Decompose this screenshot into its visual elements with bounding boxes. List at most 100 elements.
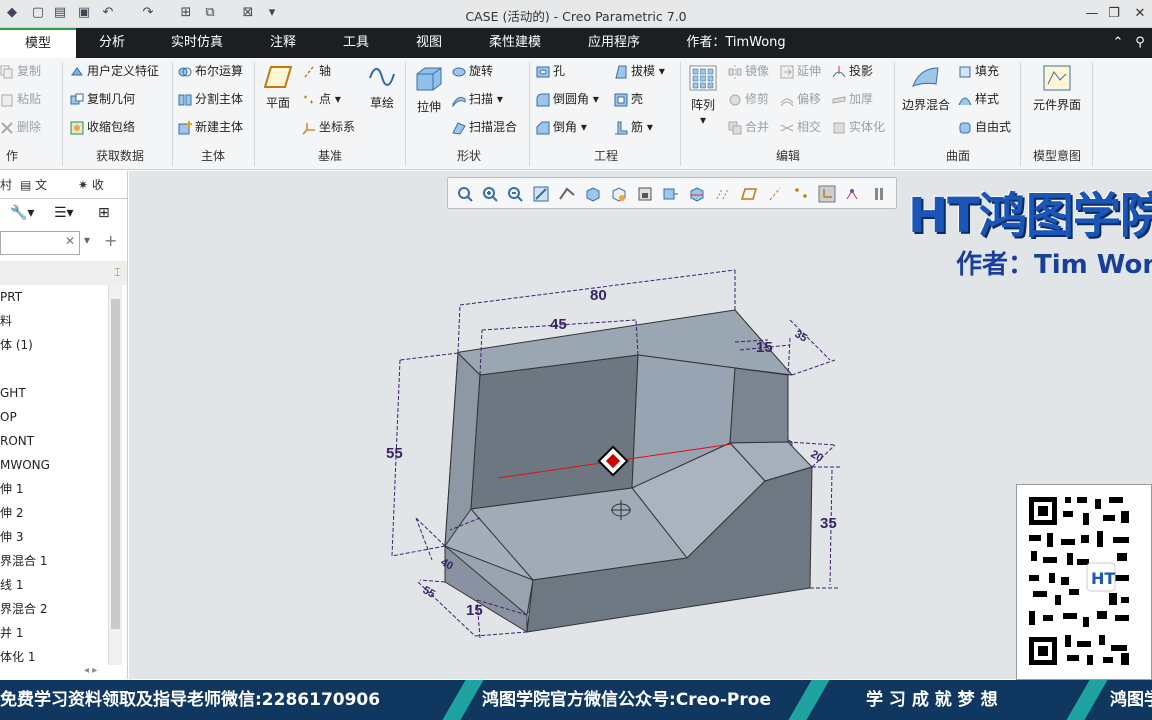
- plane-display-icon[interactable]: [740, 185, 758, 203]
- component-interface-button[interactable]: 元件界面: [1028, 64, 1086, 113]
- mirror-button[interactable]: 镜像: [728, 60, 769, 82]
- filter-icon[interactable]: ⊞: [98, 205, 110, 221]
- group-model-intent[interactable]: 模型意图: [1024, 146, 1090, 166]
- pattern-button[interactable]: 阵列 ▾: [684, 64, 722, 127]
- axis-button[interactable]: 轴: [302, 60, 331, 82]
- tab-flexible-modeling[interactable]: 柔性建模: [478, 28, 552, 58]
- tab-analysis[interactable]: 分析: [86, 28, 138, 58]
- tab-model[interactable]: 模型: [0, 28, 76, 58]
- chamfer-button[interactable]: 倒角 ▾: [536, 116, 587, 138]
- group-body[interactable]: 主体: [178, 146, 248, 166]
- copy-geometry-button[interactable]: 复制几何: [70, 88, 135, 110]
- sketch-button[interactable]: 草绘: [364, 64, 400, 111]
- style-button[interactable]: 样式: [958, 88, 999, 110]
- delete-button[interactable]: 删除: [0, 116, 41, 138]
- tree-item[interactable]: 并 1: [0, 621, 23, 645]
- revolve-button[interactable]: 旋转: [452, 60, 493, 82]
- tree-item[interactable]: GHT: [0, 381, 26, 405]
- round-button[interactable]: 倒圆角 ▾: [536, 88, 599, 110]
- tree-item[interactable]: 界混合 2: [0, 597, 47, 621]
- shell-button[interactable]: 壳: [614, 88, 643, 110]
- split-body-button[interactable]: 分割主体: [178, 88, 243, 110]
- offset-button[interactable]: 偏移: [780, 88, 821, 110]
- copy-button[interactable]: 复制: [0, 60, 41, 82]
- dim-label[interactable]: 15: [756, 339, 773, 356]
- plane-button[interactable]: 平面: [260, 64, 296, 111]
- tree-item[interactable]: 体 (1): [0, 333, 33, 357]
- group-engineering[interactable]: 工程: [536, 146, 676, 166]
- tree-scrollbar[interactable]: [108, 285, 122, 665]
- point-button[interactable]: 点 ▾: [302, 88, 341, 110]
- group-surfaces[interactable]: 曲面: [898, 146, 1018, 166]
- display-style-icon[interactable]: [584, 185, 602, 203]
- clear-icon[interactable]: ✕: [65, 234, 75, 248]
- group-shapes[interactable]: 形状: [410, 146, 528, 166]
- fill-button[interactable]: 填充: [958, 60, 999, 82]
- show-icon[interactable]: ☰▾: [54, 205, 74, 221]
- settings-icon[interactable]: 🔧▾: [10, 205, 34, 221]
- tab-favorites[interactable]: ✷ 收: [78, 173, 104, 197]
- draft-button[interactable]: 拔模 ▾: [614, 60, 665, 82]
- zoom-out-icon[interactable]: [506, 185, 524, 203]
- tab-folder-browser[interactable]: ▤ 文: [20, 173, 47, 197]
- tree-item[interactable]: 伸 1: [0, 477, 23, 501]
- saved-orientations-icon[interactable]: [610, 185, 628, 203]
- udf-button[interactable]: 用户定义特征: [70, 60, 159, 82]
- minimize-button[interactable]: —: [1082, 4, 1102, 24]
- csys-button[interactable]: 坐标系: [302, 116, 355, 138]
- csys-display-icon[interactable]: [818, 185, 836, 203]
- tree-item[interactable]: 料: [0, 309, 12, 333]
- dim-label[interactable]: 20: [809, 448, 826, 465]
- zoom-in-icon[interactable]: [481, 185, 499, 203]
- axis-display-icon[interactable]: [766, 185, 784, 203]
- spin-center-icon[interactable]: [558, 185, 576, 203]
- point-display-icon[interactable]: [792, 185, 810, 203]
- section-icon[interactable]: [688, 185, 706, 203]
- tree-item[interactable]: RONT: [0, 429, 34, 453]
- group-get-data[interactable]: 获取数据: [70, 146, 170, 166]
- solidify-button[interactable]: 实体化: [832, 116, 885, 138]
- add-icon[interactable]: +: [104, 231, 117, 250]
- dim-label[interactable]: 80: [590, 287, 607, 304]
- dim-label[interactable]: 45: [550, 316, 567, 333]
- dim-label[interactable]: 55: [386, 445, 403, 462]
- hole-button[interactable]: 孔: [536, 60, 565, 82]
- tab-author[interactable]: 作者：TimWong: [680, 28, 792, 58]
- pause-icon[interactable]: [870, 185, 888, 203]
- paste-button[interactable]: 粘贴: [0, 88, 41, 110]
- tree-item[interactable]: PRT: [0, 285, 22, 309]
- refit-icon[interactable]: [456, 185, 474, 203]
- help-icon[interactable]: ⚲: [1132, 28, 1148, 58]
- shrinkwrap-button[interactable]: 收缩包络: [70, 116, 135, 138]
- search-options-icon[interactable]: ▾: [84, 233, 90, 247]
- thicken-button[interactable]: 加厚: [832, 88, 873, 110]
- project-button[interactable]: 投影: [832, 60, 873, 82]
- tree-item[interactable]: OP: [0, 405, 17, 429]
- repaint-icon[interactable]: [532, 185, 550, 203]
- tree-item[interactable]: MWONG: [0, 453, 50, 477]
- group-editing[interactable]: 编辑: [684, 146, 892, 166]
- tab-view[interactable]: 视图: [404, 28, 454, 58]
- dim-label[interactable]: 35: [793, 328, 810, 345]
- rib-button[interactable]: 筋 ▾: [614, 116, 653, 138]
- merge-button[interactable]: 合并: [728, 116, 769, 138]
- annotation-display-icon[interactable]: [844, 185, 862, 203]
- tree-item[interactable]: 界混合 1: [0, 549, 47, 573]
- tree-columns-icon[interactable]: ⌶: [114, 265, 121, 280]
- extend-button[interactable]: 延伸: [780, 60, 821, 82]
- close-button[interactable]: ✕: [1130, 4, 1150, 24]
- datum-display-icon[interactable]: [714, 185, 732, 203]
- view-manager-icon[interactable]: [636, 185, 654, 203]
- freestyle-button[interactable]: 自由式: [958, 116, 1011, 138]
- perspective-icon[interactable]: [662, 185, 680, 203]
- tab-annotate[interactable]: 注释: [258, 28, 308, 58]
- boundary-blend-button[interactable]: 边界混合: [898, 64, 954, 113]
- boolean-button[interactable]: 布尔运算: [178, 60, 243, 82]
- trim-button[interactable]: 修剪: [728, 88, 769, 110]
- group-operations[interactable]: 作: [0, 146, 24, 166]
- tab-applications[interactable]: 应用程序: [578, 28, 650, 58]
- collapse-ribbon-icon[interactable]: ⌃: [1110, 28, 1126, 58]
- tab-live-simulation[interactable]: 实时仿真: [160, 28, 234, 58]
- model-3d-view[interactable]: 80 45 15 35 55 20 35 40 55 15: [380, 260, 850, 650]
- intersect-button[interactable]: 相交: [780, 116, 821, 138]
